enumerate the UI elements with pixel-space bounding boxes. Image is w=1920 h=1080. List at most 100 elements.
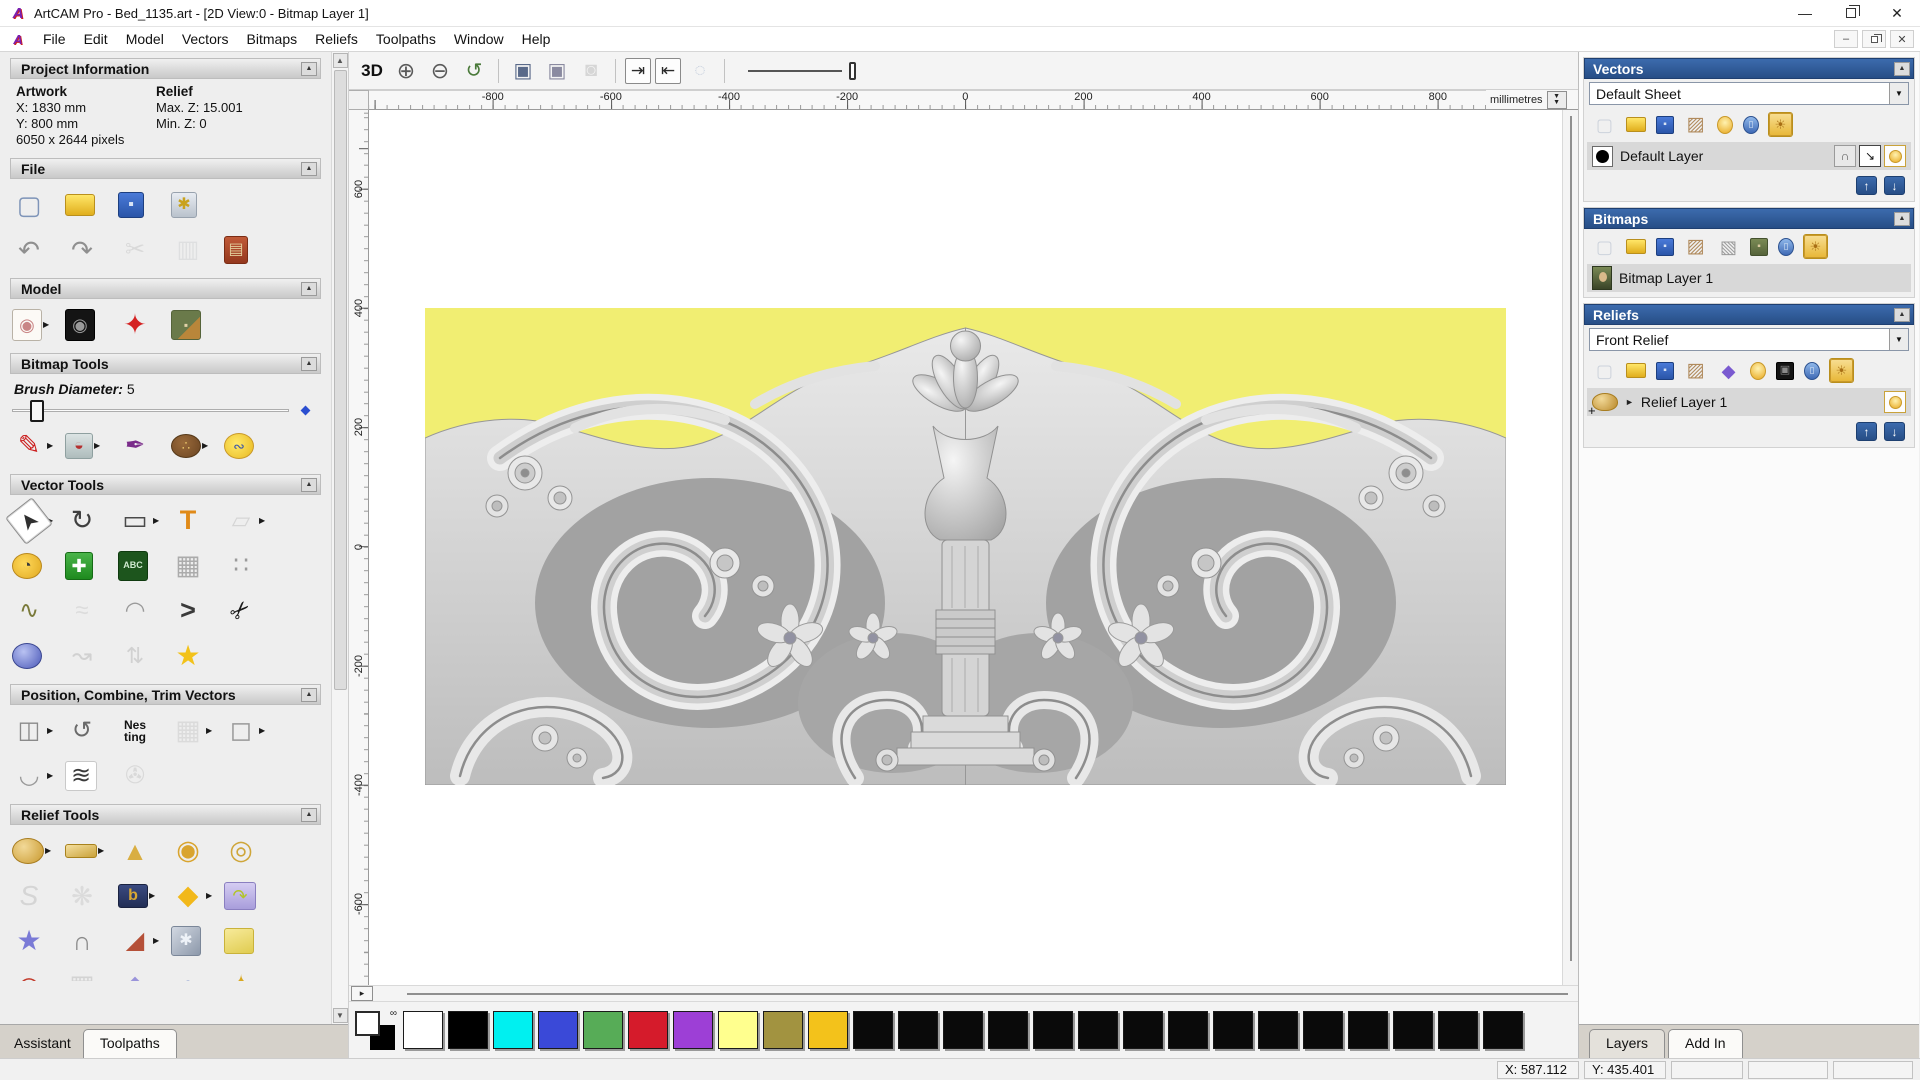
lighting-icon[interactable]: ✦ bbox=[118, 308, 152, 342]
mdi-minimize-button[interactable]: – bbox=[1834, 30, 1858, 48]
create-rectangle-icon[interactable]: ▭ bbox=[118, 504, 152, 538]
toggle-visibility-icon[interactable] bbox=[1750, 361, 1766, 380]
zoom-object-icon[interactable]: ◙ bbox=[576, 56, 606, 86]
collapse-reliefs-icon[interactable]: ▲ bbox=[1894, 307, 1910, 322]
dome-relief-icon[interactable]: ◉ bbox=[171, 834, 205, 868]
collapse-section-icon[interactable]: ▲ bbox=[301, 477, 317, 492]
palette-swatch[interactable] bbox=[583, 1011, 623, 1049]
mdi-restore-button[interactable] bbox=[1862, 30, 1886, 48]
sculpt-icon[interactable]: S bbox=[12, 879, 46, 913]
create-text-icon[interactable]: T bbox=[171, 504, 205, 538]
palette-swatch[interactable] bbox=[943, 1011, 983, 1049]
slider-handle[interactable] bbox=[849, 61, 856, 80]
zoom-out-icon[interactable]: ⊖ bbox=[425, 56, 455, 86]
show-all-layers-icon[interactable]: ☀ bbox=[1830, 359, 1853, 382]
menu-item-edit[interactable]: Edit bbox=[75, 29, 117, 49]
extrude-relief-icon[interactable]: ◆ bbox=[118, 969, 152, 982]
delete-layer-icon[interactable]: ▯ bbox=[1743, 115, 1759, 134]
tab-toolpaths[interactable]: Toolpaths bbox=[82, 1029, 177, 1058]
flyout-arrow-icon[interactable]: ▶ bbox=[43, 320, 49, 329]
open-layer-icon[interactable] bbox=[1626, 363, 1646, 378]
palette-swatch[interactable] bbox=[1168, 1011, 1208, 1049]
horizontal-scroll-thumb[interactable] bbox=[407, 992, 1568, 995]
palette-swatch[interactable] bbox=[1078, 1011, 1118, 1049]
stamp-relief-icon[interactable]: ◆ bbox=[171, 879, 205, 913]
toggle-visibility-icon[interactable] bbox=[1717, 115, 1733, 134]
flyout-arrow-icon[interactable]: ▶ bbox=[206, 891, 212, 900]
paste-text-icon[interactable]: ABC bbox=[118, 550, 148, 581]
layer-colour-swatch[interactable] bbox=[1592, 145, 1613, 167]
primary-secondary-colours[interactable]: ∞ bbox=[353, 1008, 399, 1052]
minimize-button[interactable]: — bbox=[1782, 0, 1828, 26]
show-all-layers-icon[interactable]: ☀ bbox=[1769, 113, 1792, 136]
palette-swatch[interactable] bbox=[1348, 1011, 1388, 1049]
palette-swatch[interactable] bbox=[853, 1011, 893, 1049]
spin-relief-icon[interactable]: ● bbox=[171, 969, 205, 982]
palette-swatch[interactable] bbox=[1258, 1011, 1298, 1049]
snap-layer-icon[interactable]: ↘ bbox=[1859, 145, 1881, 167]
open-model-icon[interactable] bbox=[65, 193, 95, 216]
fit-vectors-icon[interactable]: ▦ bbox=[171, 549, 205, 583]
drawing-canvas[interactable] bbox=[369, 110, 1562, 985]
save-layer-icon[interactable]: ▪ bbox=[1656, 115, 1674, 134]
palette-swatch[interactable] bbox=[538, 1011, 578, 1049]
palette-swatch[interactable] bbox=[673, 1011, 713, 1049]
invert-relief-icon[interactable]: ▣ bbox=[1776, 361, 1794, 380]
relief-layer-row[interactable]: ► Relief Layer 1 bbox=[1587, 388, 1911, 418]
view-3d-button[interactable]: 3D bbox=[357, 56, 387, 86]
zoom-fit-icon[interactable]: ▣ bbox=[508, 56, 538, 86]
collapse-section-icon[interactable]: ▲ bbox=[301, 687, 317, 702]
collapse-section-icon[interactable]: ▲ bbox=[301, 281, 317, 296]
show-all-layers-icon[interactable]: ☀ bbox=[1804, 235, 1827, 258]
flyout-arrow-icon[interactable]: ▶ bbox=[45, 846, 51, 855]
smooth-polyline-icon[interactable]: ↝ bbox=[65, 639, 99, 673]
primary-colour-swatch[interactable] bbox=[355, 1011, 380, 1036]
smooth-relief-icon[interactable]: ▲ bbox=[118, 834, 152, 868]
offset-relief-icon[interactable]: ◎ bbox=[224, 834, 258, 868]
menu-item-bitmaps[interactable]: Bitmaps bbox=[238, 29, 307, 49]
menu-item-window[interactable]: Window bbox=[445, 29, 513, 49]
tab-add-in[interactable]: Add In bbox=[1668, 1029, 1743, 1058]
pan-view-icon[interactable]: ◌ bbox=[685, 56, 715, 86]
brush-diameter-slider[interactable] bbox=[12, 399, 317, 423]
create-dome-icon[interactable] bbox=[12, 642, 42, 669]
cut-icon[interactable]: ✂ bbox=[118, 233, 152, 267]
flyout-arrow-icon[interactable]: ▶ bbox=[94, 441, 100, 450]
new-layer-icon[interactable]: ▢ bbox=[1593, 359, 1616, 382]
flyout-arrow-icon[interactable]: ▶ bbox=[149, 891, 155, 900]
texture-relief-icon[interactable]: ▪ bbox=[171, 309, 201, 340]
bitmap-canvas[interactable] bbox=[424, 308, 1506, 785]
emboss-wizard-icon[interactable]: b bbox=[118, 883, 148, 908]
greyscale-preview-icon[interactable]: ◉ bbox=[65, 308, 95, 341]
menu-item-toolpaths[interactable]: Toolpaths bbox=[367, 29, 445, 49]
move-layer-down-icon[interactable]: ↓ bbox=[1884, 422, 1905, 441]
units-dropdown-button[interactable]: ▼ ▼ bbox=[1546, 90, 1567, 109]
chevron-down-icon[interactable]: ▼ bbox=[1889, 329, 1908, 350]
palette-swatch[interactable] bbox=[808, 1011, 848, 1049]
basket-weave-icon[interactable]: ▦ bbox=[65, 969, 99, 982]
add-clay-icon[interactable] bbox=[12, 837, 44, 864]
canvas-horizontal-scrollbar[interactable]: ▸ bbox=[349, 985, 1578, 1001]
move-layer-down-icon[interactable]: ↓ bbox=[1884, 176, 1905, 195]
palette-swatch[interactable] bbox=[988, 1011, 1028, 1049]
tab-layers[interactable]: Layers bbox=[1589, 1029, 1666, 1058]
palette-swatch[interactable] bbox=[628, 1011, 668, 1049]
tab-assistant[interactable]: Assistant bbox=[8, 1029, 83, 1058]
collapse-section-icon[interactable]: ▲ bbox=[301, 61, 317, 76]
nesting-icon[interactable]: Nes ting bbox=[118, 714, 152, 748]
canvas-vertical-scrollbar[interactable] bbox=[1562, 110, 1578, 985]
bitmap-layer-row[interactable]: Bitmap Layer 1 bbox=[1587, 264, 1911, 292]
menu-item-file[interactable]: File bbox=[34, 29, 75, 49]
palette-swatch[interactable] bbox=[1393, 1011, 1433, 1049]
palette-swatch[interactable] bbox=[763, 1011, 803, 1049]
delete-layer-icon[interactable]: ▯ bbox=[1804, 361, 1820, 380]
flyout-arrow-icon[interactable]: ▶ bbox=[98, 846, 104, 855]
star-relief-icon[interactable]: ★ bbox=[12, 924, 46, 958]
next-view-button[interactable]: ⇤ bbox=[655, 57, 681, 84]
scroll-down-icon[interactable]: ▼ bbox=[332, 1008, 348, 1023]
create-arc-icon[interactable]: ◠ bbox=[118, 594, 152, 628]
menu-item-vectors[interactable]: Vectors bbox=[173, 29, 238, 49]
measure-icon[interactable]: ◔ bbox=[12, 552, 42, 579]
colour-picker-icon[interactable]: ✒ bbox=[118, 429, 152, 463]
palette-swatch[interactable] bbox=[1303, 1011, 1343, 1049]
